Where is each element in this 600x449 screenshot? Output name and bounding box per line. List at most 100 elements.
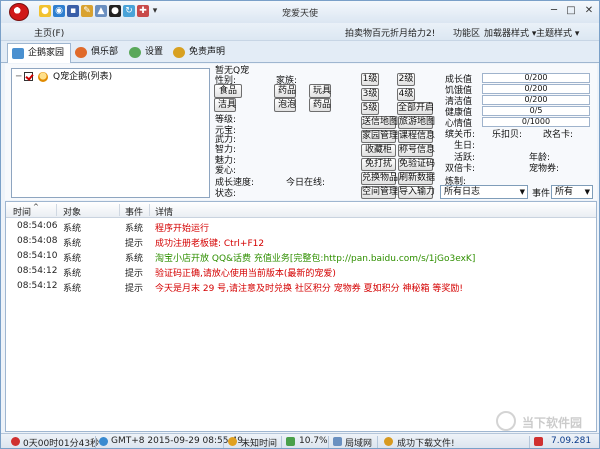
log-event: 提示 (125, 284, 144, 294)
tree-expander[interactable]: ─ (16, 72, 21, 82)
col-event[interactable]: 事件 (125, 205, 143, 218)
item-food-button[interactable]: 食品 (214, 84, 242, 98)
space-manage-button[interactable]: 空间管理 (361, 186, 398, 199)
log-time: 08:54:12 (17, 281, 58, 291)
tab-club[interactable]: 俱乐部 (71, 43, 124, 63)
tree-checkbox[interactable] (24, 72, 34, 81)
home-manage-button[interactable]: 家园管理 (361, 130, 398, 143)
chevron-down-icon: ▼ (519, 188, 525, 196)
log-time: 08:54:08 (17, 236, 58, 246)
petcoin-label: 宠物券: (529, 164, 560, 174)
log-row[interactable]: 08:54:06 系统 系统 程序开始运行 (6, 219, 596, 234)
col-object[interactable]: 对象 (63, 205, 81, 218)
travel-map-button[interactable]: 旅游地图 (398, 116, 435, 129)
menu-theme[interactable]: 主题样式 ▾ (536, 26, 579, 39)
item-drug-button[interactable]: 药品 (309, 98, 331, 112)
item-medicine-button[interactable]: 药品 (274, 84, 296, 98)
refresh-data-button[interactable]: 刷新数据 (398, 172, 435, 185)
level-4-button[interactable]: 4级 (397, 88, 415, 101)
log-time: 08:54:10 (17, 251, 58, 261)
status-label: 状态: (215, 189, 237, 199)
stat-hunger-bar: 0/200 (482, 84, 590, 94)
stat-growth-bar: 0/200 (482, 73, 590, 83)
menu-bar: 主页(F) 拍卖物百元折月给力2! 功能区 加载器样式 ▾ 主题样式 ▾ (1, 23, 599, 41)
menu-functions[interactable]: 功能区 (453, 26, 480, 39)
club-icon (75, 47, 87, 58)
log-row[interactable]: 08:54:10 系统 系统 淘宝小店开放 QQ&话费 充值业务[完整包:http:/… (6, 249, 596, 264)
menu-home[interactable]: 主页(F) (34, 26, 64, 39)
event-filter-select[interactable]: 所有 ▼ (551, 185, 593, 199)
status-separator (328, 436, 329, 448)
log-list[interactable]: 时间 ^ 对象 事件 详情 08:54:06 系统 系统 程序开始运行 08:54:08… (5, 201, 597, 432)
online-today-label: 今日在线: (286, 178, 326, 188)
title-info-button[interactable]: 称号信息 (398, 144, 435, 157)
download-icon (384, 437, 393, 446)
stat-health-bar: 0/5 (482, 106, 590, 116)
tab-penguin-home[interactable]: 企鹅家园 (7, 43, 72, 63)
level-3-button[interactable]: 3级 (361, 88, 379, 101)
time-icon (228, 437, 237, 446)
log-time: 08:54:06 (17, 221, 58, 231)
watermark-logo: 当下软件园 (496, 409, 596, 433)
tree-root-label: Q宠企鹅(列表) (53, 72, 113, 82)
cpu-icon (286, 437, 295, 446)
status-unknown: 未知时间 (241, 439, 278, 449)
log-filter-value: 所有日志 (444, 187, 481, 197)
menu-promo[interactable]: 拍卖物百元折月给力2! (345, 26, 435, 39)
pet-tree[interactable]: ─ Q宠企鹅(列表) (11, 68, 210, 198)
col-time[interactable]: 时间 (13, 205, 31, 218)
tab-bar: 企鹅家园 俱乐部 设置 免责声明 (1, 41, 599, 63)
status-percent: 10.7% (299, 436, 328, 446)
item-bubble-button[interactable]: 泡泡 (274, 98, 296, 112)
log-row[interactable]: 08:54:12 系统 提示 验证码正确,请放心使用当前版本(最新的宠爱) (6, 264, 596, 279)
item-toy-button[interactable]: 玩具 (309, 84, 331, 98)
log-detail: 成功注册老板键: Ctrl+F12 (155, 239, 265, 249)
tab-disclaimer[interactable]: 免责声明 (169, 43, 231, 63)
log-time: 08:54:12 (17, 266, 58, 276)
version-icon (534, 437, 543, 446)
level-2-button[interactable]: 2级 (397, 73, 415, 86)
chevron-down-icon: ▼ (584, 188, 590, 196)
menu-skin[interactable]: 加载器样式 ▾ (484, 26, 536, 39)
column-separator[interactable] (149, 204, 150, 216)
maximize-button[interactable]: □ (563, 4, 579, 18)
tree-root[interactable]: ─ Q宠企鹅(列表) (16, 71, 112, 83)
close-button[interactable]: ✕ (581, 4, 597, 18)
collection-button[interactable]: 收藏柜 (361, 144, 396, 157)
column-separator[interactable] (119, 204, 120, 216)
col-detail[interactable]: 详情 (155, 205, 173, 218)
log-object: 系统 (63, 239, 82, 249)
no-captcha-button[interactable]: 免验证码 (398, 158, 435, 171)
title-bar: ● ◉ ▪ ✎ ▲ ● ↻ ✚ ▾ 宠爱天使 ─ □ ✕ (1, 1, 599, 23)
tab-label: 俱乐部 (91, 47, 119, 57)
tab-label: 企鹅家园 (28, 48, 65, 58)
level-5-button[interactable]: 5级 (361, 102, 379, 115)
column-separator[interactable] (56, 204, 57, 216)
tab-settings[interactable]: 设置 (125, 43, 169, 63)
level-1-button[interactable]: 1级 (361, 73, 379, 86)
event-filter-label: 事件 (532, 189, 551, 199)
watermark-text: 当下软件园 (522, 416, 583, 430)
import-button[interactable]: 导入输力 (398, 186, 435, 199)
log-row[interactable]: 08:54:12 系统 提示 今天是月末 29 号,请注意及时兑换 社区积分 宠物券 … (6, 279, 596, 294)
log-row[interactable]: 08:54:08 系统 提示 成功注册老板键: Ctrl+F12 (6, 234, 596, 249)
log-event: 提示 (125, 239, 144, 249)
disclaimer-icon (173, 47, 185, 58)
minimize-button[interactable]: ─ (546, 4, 562, 18)
log-event: 系统 (125, 254, 144, 264)
log-filter-select[interactable]: 所有日志 ▼ (440, 185, 528, 199)
no-disturb-button[interactable]: 免打扰 (361, 158, 396, 171)
stat-clean-bar: 0/200 (482, 95, 590, 105)
sort-asc-icon: ^ (33, 203, 39, 211)
watermark-icon (496, 411, 516, 431)
item-clean-button[interactable]: 洁具 (214, 98, 236, 112)
coupon-label: 双倍卡: (445, 164, 476, 174)
mail-map-button[interactable]: 送信地图 (361, 116, 398, 129)
log-detail: 淘宝小店开放 QQ&话费 充值业务[完整包:http://pan.baidu.c… (155, 254, 476, 264)
open-all-button[interactable]: 全部开启 (397, 102, 434, 115)
log-object: 系统 (63, 284, 82, 294)
exchange-button[interactable]: 兑换物品 (361, 172, 398, 185)
pet-panel: ─ Q宠企鹅(列表) 暂无Q宠 性别: 家族: 食品 药品 玩具 洁具 泡泡 药… (5, 64, 597, 200)
status-separator (223, 436, 224, 448)
course-info-button[interactable]: 课程信息 (398, 130, 435, 143)
